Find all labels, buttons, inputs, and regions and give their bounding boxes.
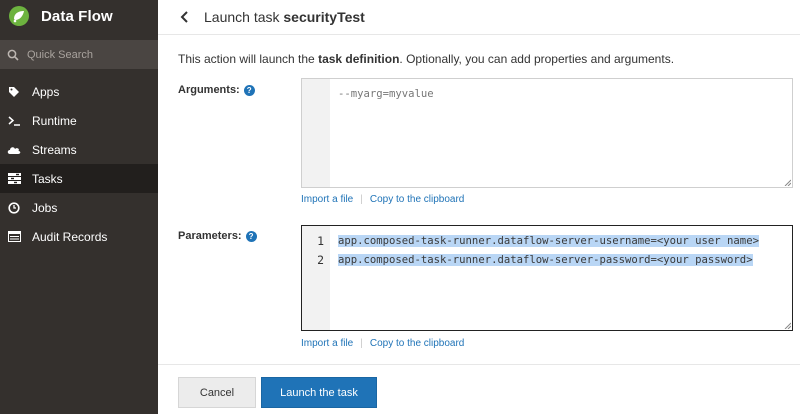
terminal-icon [4, 115, 24, 126]
footer-divider [158, 364, 800, 365]
chevron-left-icon[interactable] [180, 11, 190, 23]
intro-before: This action will launch the [178, 52, 319, 66]
tasks-icon [4, 173, 24, 184]
intro-text: This action will launch the task definit… [178, 52, 674, 66]
sidebar-item-tasks[interactable]: Tasks [0, 164, 158, 193]
parameters-editor[interactable]: 1 2 app.composed-task-runner.dataflow-se… [301, 225, 793, 331]
parameters-label: Parameters: ? [178, 230, 257, 242]
sidebar-item-label: Runtime [32, 113, 77, 128]
copy-clipboard-link[interactable]: Copy to the clipboard [370, 194, 465, 205]
page-title: Launch task securityTest [204, 9, 365, 25]
resize-handle-icon[interactable] [784, 322, 791, 329]
line-numbers: 1 2 [302, 232, 324, 270]
link-separator: | [360, 338, 363, 349]
sidebar-item-label: Streams [32, 142, 77, 157]
cloud-icon [4, 145, 24, 155]
copy-clipboard-link[interactable]: Copy to the clipboard [370, 338, 465, 349]
code-line: app.composed-task-runner.dataflow-server… [338, 232, 786, 251]
help-icon[interactable]: ? [243, 84, 255, 96]
sidebar-item-jobs[interactable]: Jobs [0, 193, 158, 222]
editor-gutter [302, 79, 330, 187]
code-line-text: app.composed-task-runner.dataflow-server… [338, 254, 753, 266]
code-line-text: app.composed-task-runner.dataflow-server… [338, 235, 759, 247]
brand-title: Data Flow [41, 7, 113, 25]
sidebar-item-label: Tasks [32, 171, 63, 186]
cancel-button[interactable]: Cancel [178, 377, 256, 408]
intro-after: . Optionally, you can add properties and… [399, 52, 675, 66]
search-input[interactable]: Quick Search [27, 49, 93, 61]
parameters-links: Import a file | Copy to the clipboard [301, 338, 464, 349]
import-file-link[interactable]: Import a file [301, 338, 353, 349]
sidebar-item-label: Apps [32, 84, 60, 99]
launch-task-button[interactable]: Launch the task [261, 377, 377, 408]
tags-icon [4, 86, 24, 98]
arguments-editor[interactable]: --myarg=myvalue [301, 78, 793, 188]
quick-search[interactable]: Quick Search [0, 40, 158, 69]
spring-logo-icon [9, 6, 29, 26]
sidebar-item-apps[interactable]: Apps [0, 77, 158, 106]
import-file-link[interactable]: Import a file [301, 194, 353, 205]
line-number: 2 [317, 253, 324, 267]
sidebar-item-label: Jobs [32, 200, 58, 215]
page-header: Launch task securityTest [158, 0, 800, 35]
arguments-code[interactable]: --myarg=myvalue [338, 85, 786, 104]
page-title-prefix: Launch task [204, 9, 284, 25]
task-name: securityTest [283, 9, 365, 25]
parameters-label-text: Parameters: [178, 230, 242, 242]
code-line: app.composed-task-runner.dataflow-server… [338, 251, 786, 270]
search-icon [7, 49, 19, 61]
intro-bold: task definition [318, 52, 400, 66]
resize-handle-icon[interactable] [784, 179, 791, 186]
sidebar-item-label: Audit Records [32, 229, 108, 244]
arguments-links: Import a file | Copy to the clipboard [301, 194, 464, 205]
sidebar-item-streams[interactable]: Streams [0, 135, 158, 164]
clock-icon [4, 201, 24, 214]
sidebar-nav: Apps Runtime Streams Tasks Jobs Audit Re… [0, 77, 158, 251]
main-content: Launch task securityTest This action wil… [158, 0, 800, 414]
arguments-label-text: Arguments: [178, 84, 240, 96]
link-separator: | [360, 194, 363, 205]
brand[interactable]: Data Flow [8, 4, 113, 28]
help-icon[interactable]: ? [245, 230, 257, 242]
arguments-label: Arguments: ? [178, 84, 255, 96]
sidebar-item-audit-records[interactable]: Audit Records [0, 222, 158, 251]
sidebar-item-runtime[interactable]: Runtime [0, 106, 158, 135]
list-icon [4, 231, 24, 242]
sidebar: Data Flow Quick Search Apps Runtime Stre… [0, 0, 158, 414]
line-number: 1 [317, 234, 324, 248]
parameters-code[interactable]: app.composed-task-runner.dataflow-server… [338, 232, 786, 270]
arguments-placeholder: --myarg=myvalue [338, 88, 434, 100]
